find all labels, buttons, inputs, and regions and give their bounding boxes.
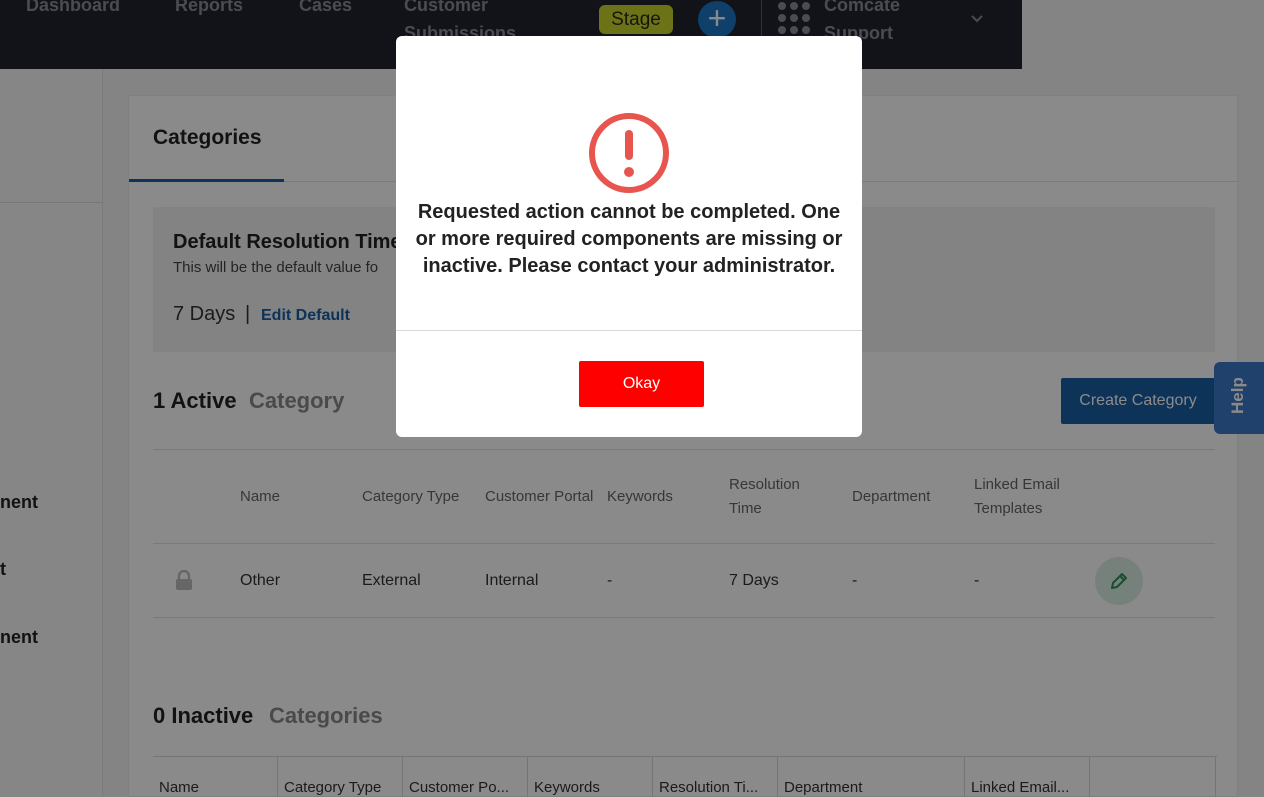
okay-button[interactable]: Okay — [579, 361, 704, 407]
dialog-message: Requested action cannot be completed. On… — [415, 201, 843, 277]
error-dialog: Requested action cannot be completed. On… — [396, 36, 862, 437]
alert-circle-icon — [589, 113, 669, 193]
dialog-divider — [396, 330, 862, 331]
